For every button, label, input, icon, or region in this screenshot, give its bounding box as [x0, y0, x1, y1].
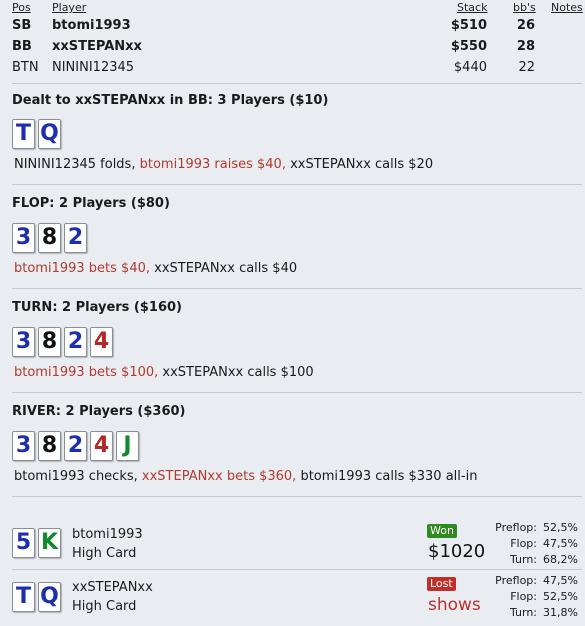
result-player: btomi1993	[72, 527, 143, 542]
action: btomi1993 calls $330 all-in	[300, 469, 478, 484]
playing-card: Q	[38, 582, 61, 612]
stat-label: Preflop:	[495, 574, 537, 587]
player-bbs: 28	[516, 39, 535, 54]
playing-card: 5	[12, 528, 35, 558]
flop-actions: btomi1993 bets $40, xxSTEPANxx calls $40	[14, 261, 297, 276]
divider	[12, 569, 582, 570]
playing-card: 8	[38, 327, 61, 357]
header-pos: Pos	[12, 1, 31, 14]
action: xxSTEPANxx calls $100	[162, 365, 314, 380]
result-row: 5K btomi1993 High Card Won $1020 Preflop…	[0, 518, 585, 568]
player-name: btomi1993	[52, 18, 131, 33]
playing-card: 3	[12, 223, 35, 253]
playing-card: J	[116, 431, 139, 461]
player-pos: SB	[12, 18, 32, 33]
player-row: BB xxSTEPANxx $550 28	[0, 37, 585, 57]
action: xxSTEPANxx calls $20	[290, 157, 434, 172]
player-pos: BB	[12, 39, 32, 54]
player-bbs: 26	[516, 18, 535, 33]
divider	[12, 83, 582, 84]
player-pos: BTN	[12, 60, 39, 75]
player-bbs: 22	[518, 60, 535, 75]
preflop-title: Dealt to xxSTEPANxx in BB: 3 Players ($1…	[12, 93, 329, 108]
flop-title: FLOP: 2 Players ($80)	[12, 196, 170, 211]
won-badge: Won	[427, 524, 457, 538]
player-stack: $440	[453, 60, 487, 75]
stat-label: Flop:	[510, 537, 537, 550]
header-player: Player	[52, 1, 87, 14]
player-stack: $510	[450, 18, 487, 33]
divider	[12, 496, 582, 497]
stat-value: 31,8%	[543, 606, 578, 619]
stat-value: 52,5%	[543, 521, 578, 534]
action: btomi1993 checks,	[14, 469, 142, 484]
playing-card: 3	[12, 431, 35, 461]
playing-card: K	[38, 528, 61, 558]
action: btomi1993 bets $100,	[14, 365, 163, 380]
player-name: xxSTEPANxx	[52, 39, 142, 54]
playing-card: T	[12, 119, 35, 149]
action: NININI12345 folds,	[14, 157, 140, 172]
stat-value: 52,5%	[543, 590, 578, 603]
stat-label: Turn:	[509, 606, 537, 619]
lost-badge: Lost	[427, 577, 456, 591]
playing-card: 8	[38, 223, 61, 253]
header-stack: Stack	[457, 1, 488, 14]
divider	[12, 184, 582, 185]
result-amount: $1020	[428, 541, 486, 562]
header-bbs: bb's	[513, 1, 536, 14]
playing-card: Q	[38, 119, 61, 149]
playing-card: 2	[64, 223, 87, 253]
action: xxSTEPANxx calls $40	[154, 261, 298, 276]
playing-card: 4	[90, 327, 113, 357]
result-row: TQ xxSTEPANxx High Card Lost shows Prefl…	[0, 572, 585, 622]
divider	[12, 392, 582, 393]
result-hand: High Card	[72, 599, 137, 614]
player-name: NININI12345	[52, 60, 135, 75]
result-amount: shows	[428, 595, 481, 615]
turn-title: TURN: 2 Players ($160)	[12, 300, 182, 315]
river-actions: btomi1993 checks, xxSTEPANxx bets $360, …	[14, 469, 477, 484]
turn-actions: btomi1993 bets $100, xxSTEPANxx calls $1…	[14, 365, 314, 380]
river-title: RIVER: 2 Players ($360)	[12, 404, 186, 419]
playing-card: 4	[90, 431, 113, 461]
stat-value: 47,5%	[543, 537, 578, 550]
playing-card: 2	[64, 431, 87, 461]
action: btomi1993 bets $40,	[14, 261, 155, 276]
playing-card: T	[12, 582, 35, 612]
preflop-actions: NININI12345 folds, btomi1993 raises $40,…	[14, 157, 433, 172]
player-row: SB btomi1993 $510 26	[0, 16, 585, 36]
playing-card: 3	[12, 327, 35, 357]
stat-label: Preflop:	[495, 521, 537, 534]
header-notes: Notes	[551, 1, 583, 14]
player-row: BTN NININI12345 $440 22	[0, 58, 585, 78]
playing-card: 2	[64, 327, 87, 357]
stat-value: 47,5%	[543, 574, 578, 587]
result-player: xxSTEPANxx	[72, 580, 153, 595]
action: btomi1993 raises $40,	[139, 157, 291, 172]
player-stack: $550	[450, 39, 487, 54]
divider	[12, 288, 582, 289]
playing-card: 8	[38, 431, 61, 461]
stat-label: Turn:	[509, 553, 537, 566]
stat-label: Flop:	[510, 590, 537, 603]
stat-value: 68,2%	[543, 553, 578, 566]
action: xxSTEPANxx bets $360,	[141, 469, 301, 484]
result-hand: High Card	[72, 546, 137, 561]
